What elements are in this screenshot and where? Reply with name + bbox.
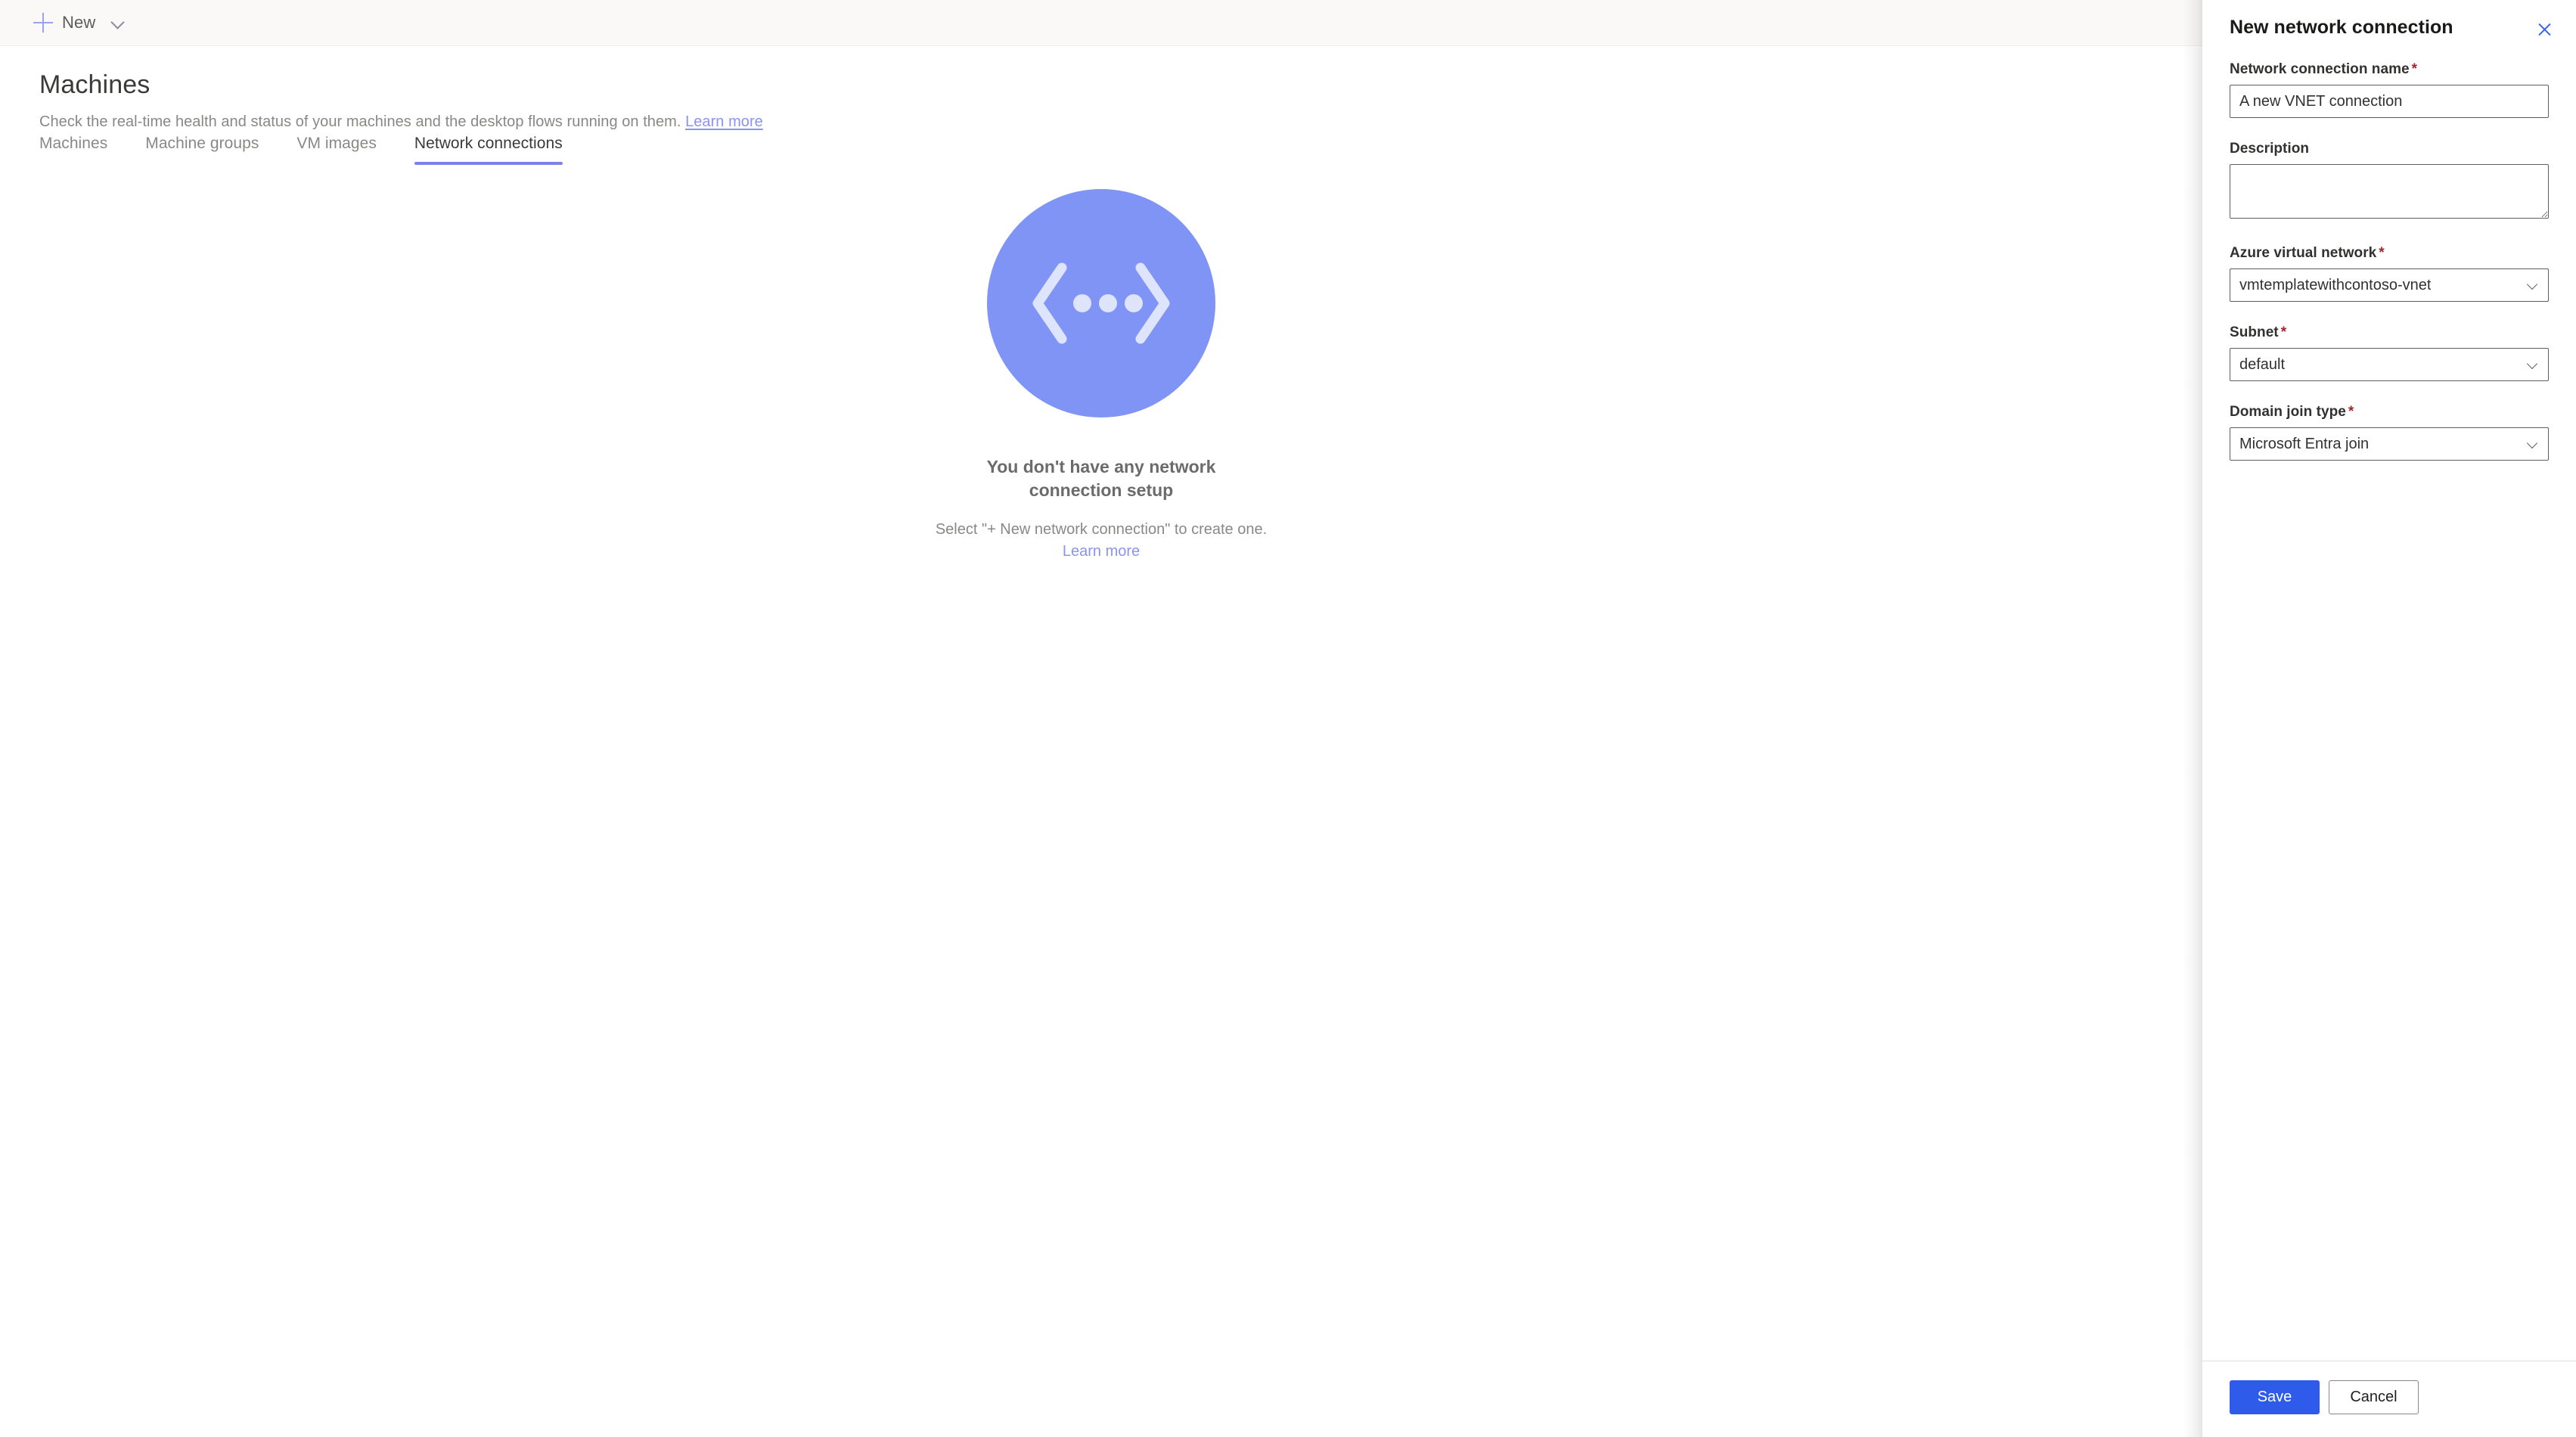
panel-header: New network connection	[2202, 0, 2576, 45]
azure-virtual-network-label-text: Azure virtual network	[2230, 245, 2377, 261]
description-label: Description	[2230, 141, 2549, 157]
domain-join-type-value: Microsoft Entra join	[2239, 435, 2370, 452]
empty-state: You don't have any network connection se…	[0, 189, 2202, 563]
new-network-connection-panel: New network connection Network connectio…	[2202, 0, 2576, 1437]
required-asterisk: *	[2348, 404, 2354, 420]
chevron-down-icon	[2528, 439, 2538, 450]
empty-state-learn-more-link[interactable]: Learn more	[1063, 543, 1140, 560]
required-asterisk: *	[2280, 324, 2287, 340]
empty-state-description-text: Select "+ New network connection" to cre…	[935, 521, 1268, 538]
app-root: New Machines Check the real-time health …	[0, 0, 2576, 1437]
network-connection-name-input[interactable]	[2230, 85, 2549, 118]
panel-body: Network connection name* Description Azu…	[2202, 45, 2576, 1361]
domain-join-type-label: Domain join type *	[2230, 404, 2549, 421]
domain-join-type-label-text: Domain join type	[2230, 404, 2346, 420]
required-asterisk: *	[2379, 245, 2385, 261]
field-subnet: Subnet * default	[2230, 324, 2549, 381]
subnet-label-text: Subnet	[2230, 324, 2279, 340]
new-button[interactable]: New	[0, 0, 142, 46]
page-header: Machines Check the real-time health and …	[0, 46, 2202, 131]
empty-state-description: Select "+ New network connection" to cre…	[927, 519, 1275, 563]
cancel-button[interactable]: Cancel	[2329, 1380, 2419, 1414]
network-connection-name-label: Network connection name *	[2230, 61, 2549, 78]
subnet-dropdown[interactable]: default	[2230, 348, 2549, 381]
tab-machine-groups[interactable]: Machine groups	[145, 135, 277, 165]
description-textarea[interactable]	[2230, 164, 2549, 219]
chevron-down-icon	[2528, 281, 2538, 291]
field-network-connection-name: Network connection name *	[2230, 61, 2549, 118]
azure-virtual-network-value: vmtemplatewithcontoso-vnet	[2239, 276, 2432, 293]
subnet-value: default	[2239, 355, 2286, 373]
domain-join-type-dropdown[interactable]: Microsoft Entra join	[2230, 427, 2549, 461]
azure-virtual-network-label: Azure virtual network *	[2230, 245, 2549, 262]
page-title: Machines	[39, 70, 151, 99]
empty-state-title: You don't have any network connection se…	[986, 457, 1216, 501]
panel-footer: Save Cancel	[2202, 1361, 2576, 1437]
command-bar: New	[0, 0, 2202, 46]
field-description: Description	[2230, 141, 2549, 222]
close-icon[interactable]	[2529, 14, 2559, 45]
chevron-down-icon	[110, 15, 126, 30]
chevron-down-icon	[2528, 360, 2538, 371]
tab-vm-images[interactable]: VM images	[296, 135, 394, 165]
subnet-label: Subnet *	[2230, 324, 2549, 341]
azure-virtual-network-dropdown[interactable]: vmtemplatewithcontoso-vnet	[2230, 268, 2549, 302]
plus-icon	[33, 13, 53, 33]
tab-network-connections[interactable]: Network connections	[414, 135, 581, 165]
description-label-text: Description	[2230, 141, 2310, 157]
required-asterisk: *	[2411, 61, 2418, 77]
field-domain-join-type: Domain join type * Microsoft Entra join	[2230, 404, 2549, 461]
page-subtitle-learn-more-link[interactable]: Learn more	[685, 113, 763, 130]
panel-title: New network connection	[2230, 17, 2453, 38]
new-button-label: New	[62, 13, 96, 32]
page-subtitle-text: Check the real-time health and status of…	[39, 113, 681, 130]
page-subtitle: Check the real-time health and status of…	[0, 100, 2202, 131]
field-azure-virtual-network: Azure virtual network * vmtemplatewithcon…	[2230, 245, 2549, 302]
network-connection-illustration-icon	[987, 189, 1215, 417]
network-connection-name-label-text: Network connection name	[2230, 61, 2410, 77]
tab-machines[interactable]: Machines	[39, 135, 126, 165]
save-button[interactable]: Save	[2230, 1380, 2320, 1414]
tab-list: Machines Machine groups VM images Networ…	[39, 135, 601, 165]
